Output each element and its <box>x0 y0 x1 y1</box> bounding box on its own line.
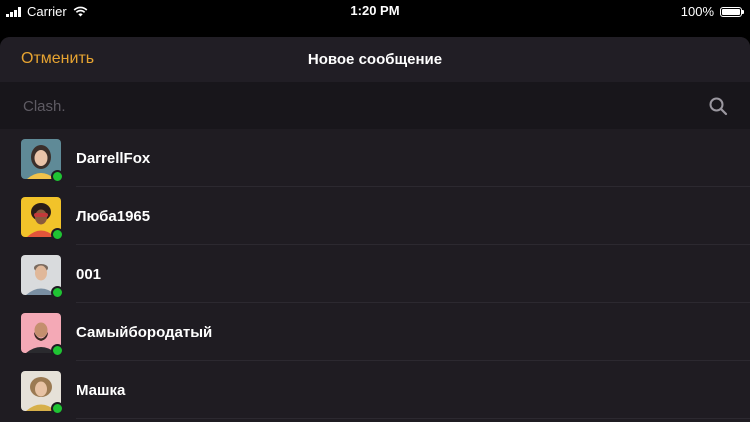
online-status-badge <box>51 286 64 299</box>
new-message-sheet: Отменить Новое сообщение Clash. DarrellF… <box>0 37 750 422</box>
search-icon[interactable] <box>708 96 728 116</box>
screen: Carrier 1:20 PM 100% Отменить Новое сооб… <box>0 0 750 422</box>
contact-row[interactable]: Люба1965 <box>0 187 750 245</box>
status-bar: Carrier 1:20 PM 100% <box>0 0 750 24</box>
contact-name: Самыйбородатый <box>76 324 213 341</box>
nav-bar: Отменить Новое сообщение <box>0 37 750 82</box>
contact-row[interactable]: Самыйбородатый <box>0 303 750 361</box>
contact-row[interactable]: DarrellFox <box>0 129 750 187</box>
contact-name: Машка <box>76 382 126 399</box>
contact-row[interactable]: 001 <box>0 245 750 303</box>
status-time: 1:20 PM <box>350 3 400 18</box>
page-title: Новое сообщение <box>307 51 443 68</box>
contact-list: DarrellFox Люба1965 001 Самыйбородатый М… <box>0 129 750 419</box>
battery-percent: 100% <box>680 4 714 19</box>
contact-row[interactable]: Машка <box>0 361 750 419</box>
contact-name: DarrellFox <box>76 150 151 167</box>
battery-icon <box>720 6 744 17</box>
online-status-badge <box>51 170 64 183</box>
search-bar <box>0 82 750 131</box>
online-status-badge <box>51 228 64 241</box>
contact-name: 001 <box>76 266 102 283</box>
online-status-badge <box>51 402 64 415</box>
status-right: 100% <box>680 4 744 19</box>
search-input[interactable] <box>21 82 685 131</box>
online-status-badge <box>51 344 64 357</box>
contact-name: Люба1965 <box>76 208 151 225</box>
